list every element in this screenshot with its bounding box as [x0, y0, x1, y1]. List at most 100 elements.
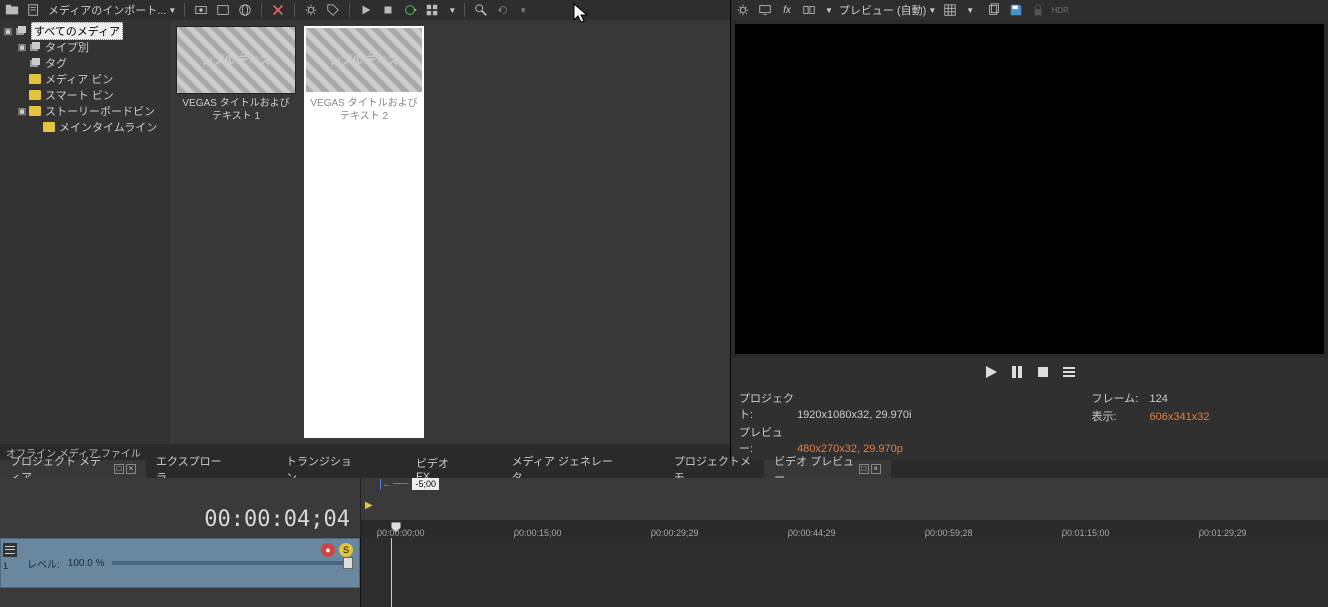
media-caption: VEGAS タイトルおよびテキスト 2: [304, 94, 424, 126]
tag-icon[interactable]: [325, 2, 341, 18]
tree-label: メインタイムライン: [59, 119, 157, 135]
view-icon[interactable]: [424, 2, 440, 18]
track-headers: 1 レベル: 100.0 % ● S: [0, 538, 360, 607]
ruler-tick: 00:00:00;00: [377, 528, 425, 538]
view-dropdown-icon[interactable]: ▼: [448, 6, 456, 15]
undo-dropdown-icon[interactable]: ▼: [519, 6, 527, 15]
tree-label: すべてのメディア: [31, 22, 123, 40]
tab-project-media[interactable]: プロジェクト メディア □×: [0, 460, 146, 478]
tree-all-media[interactable]: ▣ すべてのメディア: [0, 23, 170, 39]
folder-icon[interactable]: [4, 2, 20, 18]
display-value: 606x341x32: [1150, 411, 1210, 423]
fx-icon[interactable]: fx: [779, 2, 795, 18]
project-label: プロジェクト:: [739, 390, 794, 422]
menu-icon[interactable]: [1061, 364, 1077, 380]
timeline-ruler[interactable]: |←── -5;00 ▶ 00:00:00;00 00:00:15;00 00:…: [360, 478, 1328, 538]
track-mute-icon[interactable]: ●: [321, 543, 335, 557]
tab-video-preview[interactable]: ビデオ プレビュー □×: [764, 460, 891, 478]
tree-smart-bin[interactable]: スマート ビン: [0, 87, 170, 103]
properties-icon[interactable]: [26, 2, 42, 18]
media-item[interactable]: ンプル テキス VEGAS タイトルおよびテキスト 2: [304, 26, 424, 438]
panel-tabs: プロジェクト メディア □× エクスプローラ トランジション ビデオ FX メデ…: [0, 460, 1328, 478]
track-solo-icon[interactable]: S: [339, 543, 353, 557]
timecode-display[interactable]: 00:00:04;04: [0, 478, 360, 538]
preview-label: プレビュー:: [739, 424, 794, 456]
split-icon[interactable]: [801, 2, 817, 18]
frame-label: フレーム:: [1091, 390, 1146, 406]
loop-icon[interactable]: [402, 2, 418, 18]
grid-dropdown-icon[interactable]: ▼: [966, 6, 974, 15]
tree-storyboard-bin[interactable]: ▣ ストーリーボードビン: [0, 103, 170, 119]
playhead-line: [391, 538, 392, 607]
close-icon[interactable]: ×: [871, 464, 881, 474]
media-tree: ▣ すべてのメディア ▣ タイプ別 タグ メディア ビン: [0, 20, 170, 444]
tab-project-notes[interactable]: プロジェクトメモ: [664, 460, 764, 478]
tab-media-generators[interactable]: メディア ジェネレータ: [502, 460, 624, 478]
preview-info: プロジェクト: 1920x1080x32, 29.970i プレビュー: 480…: [731, 386, 1328, 460]
copy-icon[interactable]: [986, 2, 1002, 18]
search-icon[interactable]: [473, 2, 489, 18]
grid-icon[interactable]: [942, 2, 958, 18]
preview-video[interactable]: [735, 24, 1324, 354]
display-label: 表示:: [1091, 408, 1146, 424]
tree-by-type[interactable]: ▣ タイプ別: [0, 39, 170, 55]
media-grid: ンプル テキス VEGAS タイトルおよびテキスト 1 ンプル テキス VEGA…: [170, 20, 730, 444]
close-icon[interactable]: ×: [126, 464, 136, 474]
track-level-value: 100.0 %: [68, 558, 105, 569]
media-item[interactable]: ンプル テキス VEGAS タイトルおよびテキスト 1: [176, 26, 296, 438]
tree-label: タグ: [45, 55, 67, 71]
preview-transport: [731, 358, 1328, 386]
tab-transitions[interactable]: トランジション: [276, 460, 366, 478]
capture-icon[interactable]: [193, 2, 209, 18]
tree-main-timeline[interactable]: メインタイムライン: [0, 119, 170, 135]
preview-frame: [731, 20, 1328, 358]
preview-toolbar: fx ▼ プレビュー (自動) ▼ ▼ HDR: [731, 0, 1328, 20]
track-level-label: レベル:: [27, 556, 60, 571]
play-icon[interactable]: [358, 2, 374, 18]
web-icon[interactable]: [237, 2, 253, 18]
save-icon[interactable]: [1008, 2, 1024, 18]
timeline-flag-icon[interactable]: ▶: [365, 500, 373, 511]
pause-icon[interactable]: [1009, 364, 1025, 380]
preview-quality-dropdown[interactable]: プレビュー (自動) ▼: [839, 2, 936, 18]
track-menu-icon[interactable]: [3, 543, 17, 557]
external-monitor-icon[interactable]: [757, 2, 773, 18]
import-media-dropdown[interactable]: メディアのインポート...▼: [48, 2, 176, 18]
timeline-marker[interactable]: |←── -5;00: [379, 478, 439, 490]
undo-icon[interactable]: [495, 2, 511, 18]
stop-icon[interactable]: [1035, 364, 1051, 380]
undock-icon[interactable]: □: [859, 464, 869, 474]
tree-label: メディア ビン: [45, 71, 113, 87]
media-thumb: ンプル テキス: [304, 26, 424, 94]
stop-icon[interactable]: [380, 2, 396, 18]
lock-icon[interactable]: [1030, 2, 1046, 18]
media-thumb: ンプル テキス: [176, 26, 296, 94]
video-track-header[interactable]: 1 レベル: 100.0 % ● S: [0, 538, 360, 588]
tree-label: タイプ別: [45, 39, 89, 55]
split-dropdown-icon[interactable]: ▼: [825, 6, 833, 15]
play-icon[interactable]: [983, 364, 999, 380]
media-toolbar: メディアのインポート...▼ ▼ ▼: [0, 0, 730, 20]
track-level-slider[interactable]: [112, 561, 353, 565]
undock-icon[interactable]: □: [114, 464, 124, 474]
ruler-tick: 00:01:29;29: [1199, 528, 1247, 538]
gear-icon[interactable]: [303, 2, 319, 18]
slider-handle[interactable]: [343, 557, 353, 569]
media-caption: VEGAS タイトルおよびテキスト 1: [176, 94, 296, 126]
delete-icon[interactable]: [270, 2, 286, 18]
frame-value: 124: [1150, 393, 1168, 405]
track-number: 1: [3, 561, 8, 571]
project-value: 1920x1080x32, 29.970i: [797, 409, 911, 421]
scan-icon[interactable]: [215, 2, 231, 18]
timeline-track-area[interactable]: [360, 538, 1328, 607]
hdr-icon[interactable]: HDR: [1052, 2, 1068, 18]
ruler-tick: 00:01:15;00: [1062, 528, 1110, 538]
tree-tags[interactable]: タグ: [0, 55, 170, 71]
ruler-tick: 00:00:15;00: [514, 528, 562, 538]
tab-video-fx[interactable]: ビデオ FX: [406, 460, 472, 478]
timeline: 00:00:04;04 |←── -5;00 ▶ 00:00:00;00 00:…: [0, 478, 1328, 607]
tab-explorer[interactable]: エクスプローラ: [146, 460, 236, 478]
tree-media-bin[interactable]: メディア ビン: [0, 71, 170, 87]
gear-icon[interactable]: [735, 2, 751, 18]
ruler-tick: 00:00:59;28: [925, 528, 973, 538]
